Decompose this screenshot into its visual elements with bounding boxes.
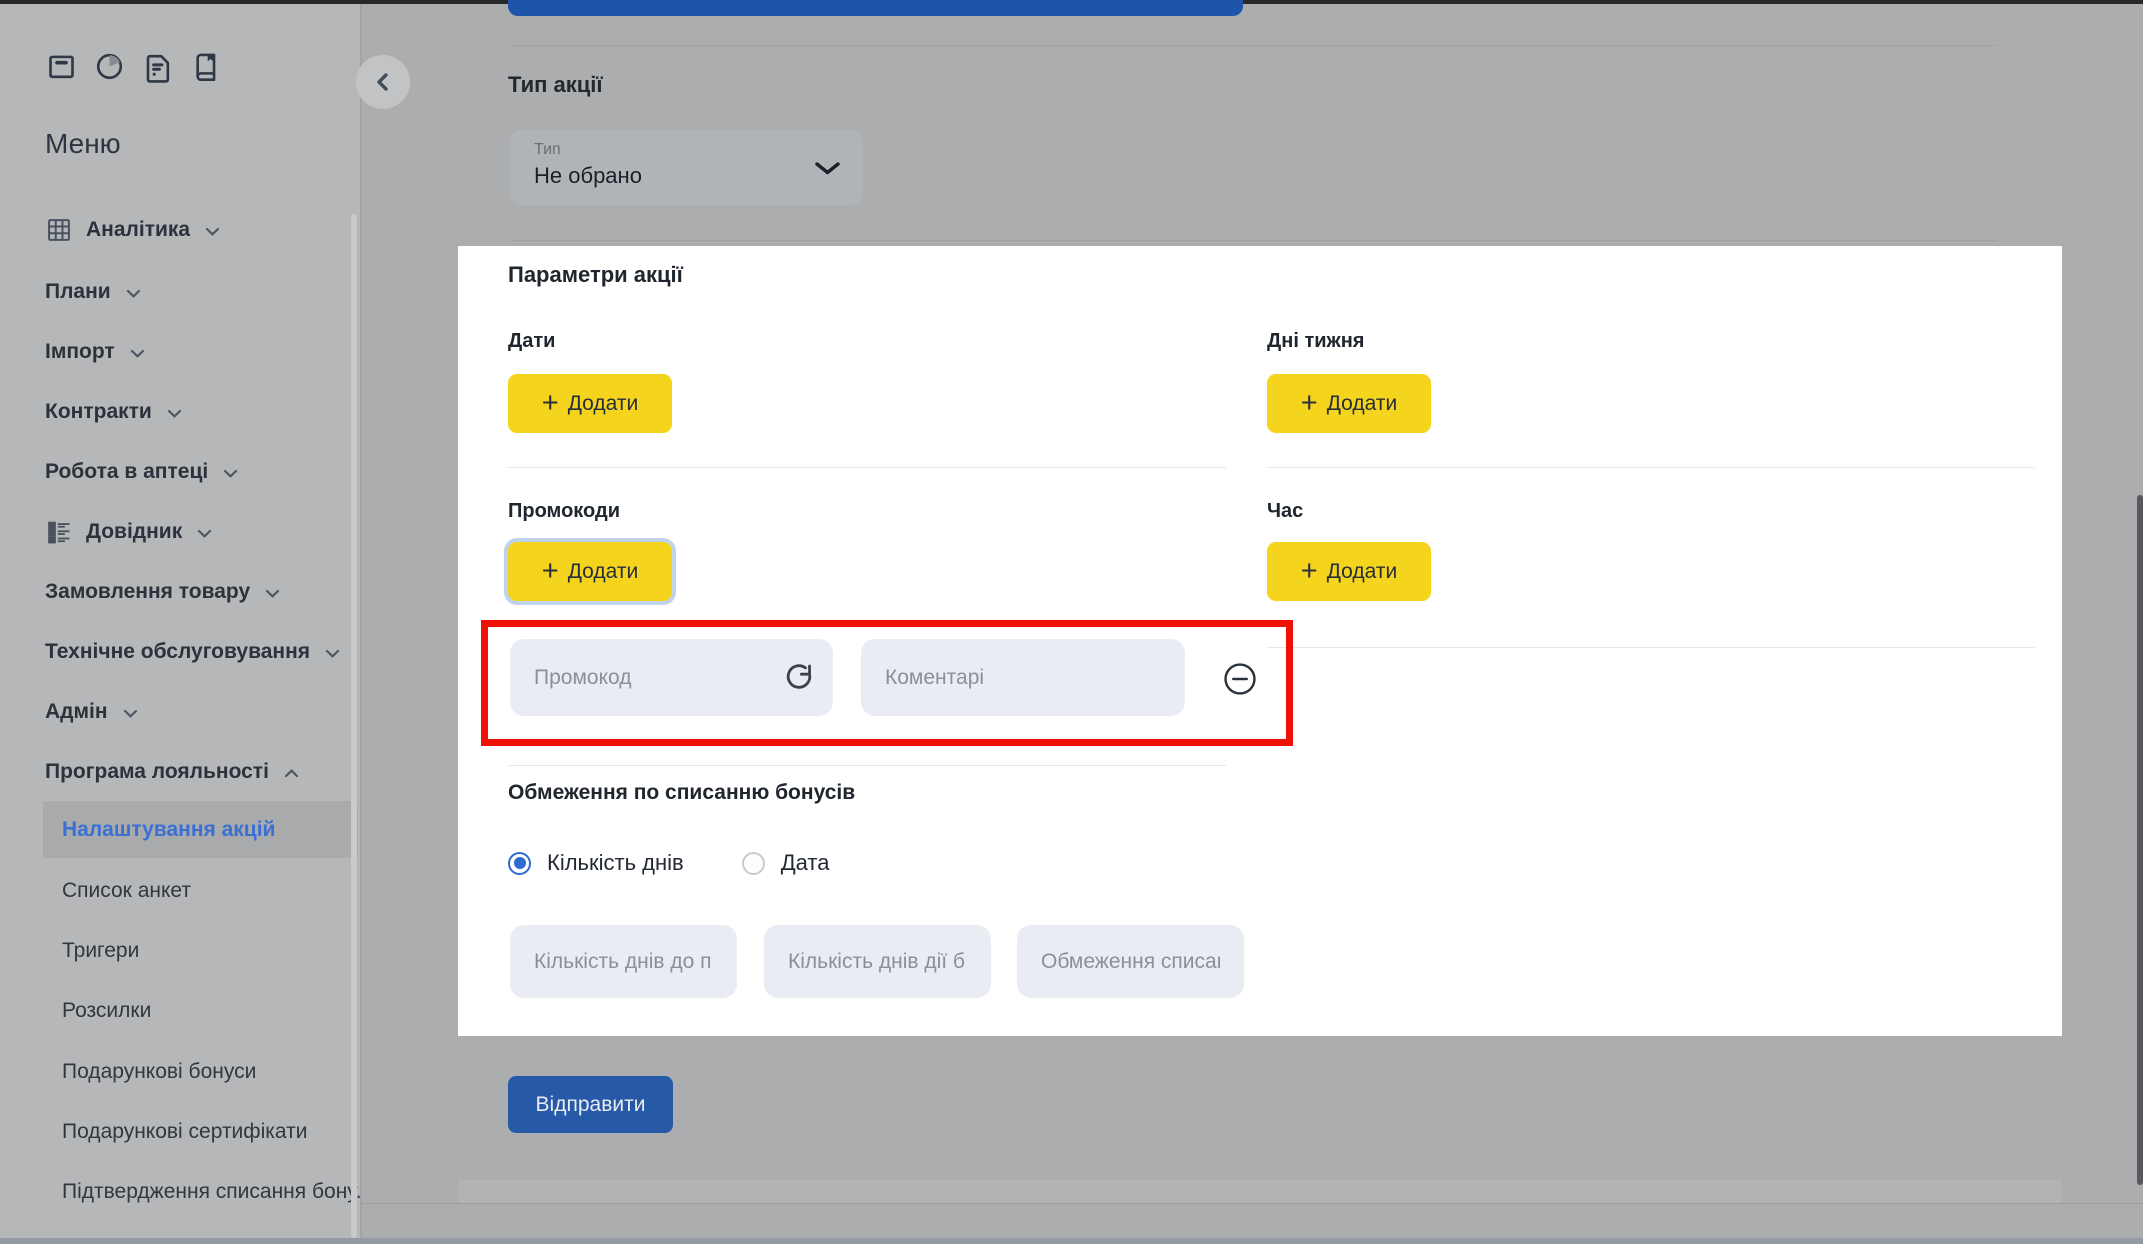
sidebar-subitem-triggers[interactable]: Тригери: [62, 935, 139, 967]
chevron-down-icon: [223, 468, 238, 479]
archive-box-icon[interactable]: [45, 48, 78, 85]
table-grid-icon: [45, 216, 73, 244]
book-icon[interactable]: [189, 48, 222, 85]
radio-days[interactable]: [508, 852, 531, 875]
remove-row-icon[interactable]: [1223, 662, 1257, 696]
sidebar-subitem-gift-certificates[interactable]: Подарункові сертифікати: [62, 1116, 307, 1148]
comments-field-wrap: [861, 639, 1185, 716]
column-divider: [508, 467, 1226, 468]
column-divider: [1267, 647, 2035, 648]
params-heading: Параметри акції: [508, 262, 683, 288]
chevron-up-icon: [284, 768, 299, 779]
sidebar-item-label: Імпорт: [45, 340, 115, 364]
radio-date[interactable]: [742, 852, 765, 875]
promocodes-label: Промокоди: [508, 500, 620, 523]
sidebar-item-contracts[interactable]: Контракти: [45, 396, 182, 428]
restrictions-heading: Обмеження по списанню бонусів: [508, 781, 855, 805]
sidebar-subitem-questionnaires[interactable]: Список анкет: [62, 875, 191, 907]
sidebar-subitem-bonus-writeoff-confirm[interactable]: Підтвердження списання бону...: [62, 1176, 362, 1208]
sidebar-menu-title: Меню: [45, 128, 121, 160]
promocode-field-wrap: [510, 639, 833, 716]
sidebar-scrollbar-thumb[interactable]: [351, 214, 357, 1238]
writeoff-limit-field-wrap: [1017, 925, 1244, 998]
primary-action-button-clipped[interactable]: [508, 0, 1243, 16]
app-root: Меню Аналітика Плани Імпорт: [0, 0, 2143, 1244]
sidebar-subitem-gift-bonuses[interactable]: Подарункові бонуси: [62, 1056, 256, 1088]
radio-days-label[interactable]: Кількість днів: [547, 850, 684, 876]
add-time-button[interactable]: + Додати: [1267, 542, 1431, 601]
page-scrollbar-thumb[interactable]: [2137, 495, 2143, 1185]
document-icon[interactable]: [141, 48, 174, 85]
chevron-down-icon: [197, 528, 212, 539]
writeoff-limit-input[interactable]: [1017, 925, 1244, 998]
footer-panel-edge: [458, 1180, 2062, 1203]
chevron-down-icon: [265, 588, 280, 599]
sidebar-item-loyalty-program[interactable]: Програма лояльності: [45, 756, 299, 788]
chevron-down-icon: [123, 708, 138, 719]
sidebar-item-plans[interactable]: Плани: [45, 276, 141, 308]
sidebar-item-directory[interactable]: Довідник: [45, 516, 212, 548]
add-promocode-button[interactable]: + Додати: [508, 542, 672, 601]
chevron-down-icon: [814, 160, 841, 177]
chevron-down-icon: [130, 348, 145, 359]
sidebar-item-label: Програма лояльності: [45, 760, 269, 784]
list-rows-icon: [45, 518, 73, 546]
add-button-label: Додати: [568, 560, 639, 584]
chevron-down-icon: [126, 288, 141, 299]
sidebar-item-goods-order[interactable]: Замовлення товару: [45, 576, 280, 608]
days-before-input[interactable]: [510, 925, 737, 998]
sidebar-item-label: Технічне обслуговування: [45, 640, 310, 664]
column-divider: [508, 765, 1226, 766]
select-value: Не обрано: [534, 163, 642, 189]
section-divider: [511, 45, 1997, 46]
sidebar: Меню Аналітика Плани Імпорт: [0, 4, 362, 1238]
time-label: Час: [1267, 500, 1303, 523]
chevron-down-icon: [167, 408, 182, 419]
sidebar-item-import[interactable]: Імпорт: [45, 336, 145, 368]
bonus-validity-days-input[interactable]: [764, 925, 991, 998]
chevron-left-icon: [373, 71, 393, 93]
window-bottom-edge: [0, 1238, 2143, 1244]
add-weekday-button[interactable]: + Додати: [1267, 374, 1431, 433]
add-date-button[interactable]: + Додати: [508, 374, 672, 433]
section-divider: [511, 240, 1997, 241]
footer-divider: [362, 1203, 2143, 1204]
sidebar-item-maintenance[interactable]: Технічне обслуговування: [45, 636, 340, 668]
select-label: Тип: [534, 141, 561, 159]
bonus-validity-days-field-wrap: [764, 925, 991, 998]
sidebar-item-label: Довідник: [86, 520, 182, 544]
sidebar-collapse-button[interactable]: [356, 55, 410, 109]
sidebar-item-label: Адмін: [45, 700, 108, 724]
weekdays-label: Дні тижня: [1267, 330, 1364, 353]
dates-label: Дати: [508, 330, 555, 353]
restriction-mode-radio-group: Кількість днів Дата: [508, 850, 829, 876]
chevron-down-icon: [325, 648, 340, 659]
refresh-icon[interactable]: [783, 661, 815, 693]
sidebar-item-label: Контракти: [45, 400, 152, 424]
sidebar-subitem-mailings[interactable]: Розсилки: [62, 995, 151, 1027]
sidebar-item-label: Замовлення товару: [45, 580, 250, 604]
add-button-label: Додати: [1327, 560, 1398, 584]
promo-parameters-card: Параметри акції Дати + Додати Дні тижня …: [458, 246, 2062, 1036]
submit-button[interactable]: Відправити: [508, 1076, 673, 1133]
sidebar-item-pharmacy-work[interactable]: Робота в аптеці: [45, 456, 238, 488]
pie-chart-icon[interactable]: [93, 48, 126, 85]
sidebar-item-admin[interactable]: Адмін: [45, 696, 138, 728]
promo-type-select[interactable]: Тип Не обрано: [510, 130, 863, 205]
sidebar-item-analytics[interactable]: Аналітика: [45, 214, 220, 246]
chevron-down-icon: [205, 226, 220, 237]
days-before-field-wrap: [510, 925, 737, 998]
column-divider: [1267, 467, 2035, 468]
sidebar-subitem-promo-settings[interactable]: Налаштування акцій: [62, 814, 275, 846]
sidebar-item-label: Аналітика: [86, 218, 190, 242]
add-button-label: Додати: [568, 392, 639, 416]
sidebar-item-label: Робота в аптеці: [45, 460, 208, 484]
radio-date-label[interactable]: Дата: [781, 850, 830, 876]
promo-type-heading: Тип акції: [508, 72, 603, 98]
sidebar-item-label: Плани: [45, 280, 111, 304]
comments-input[interactable]: [861, 639, 1185, 716]
add-button-label: Додати: [1327, 392, 1398, 416]
